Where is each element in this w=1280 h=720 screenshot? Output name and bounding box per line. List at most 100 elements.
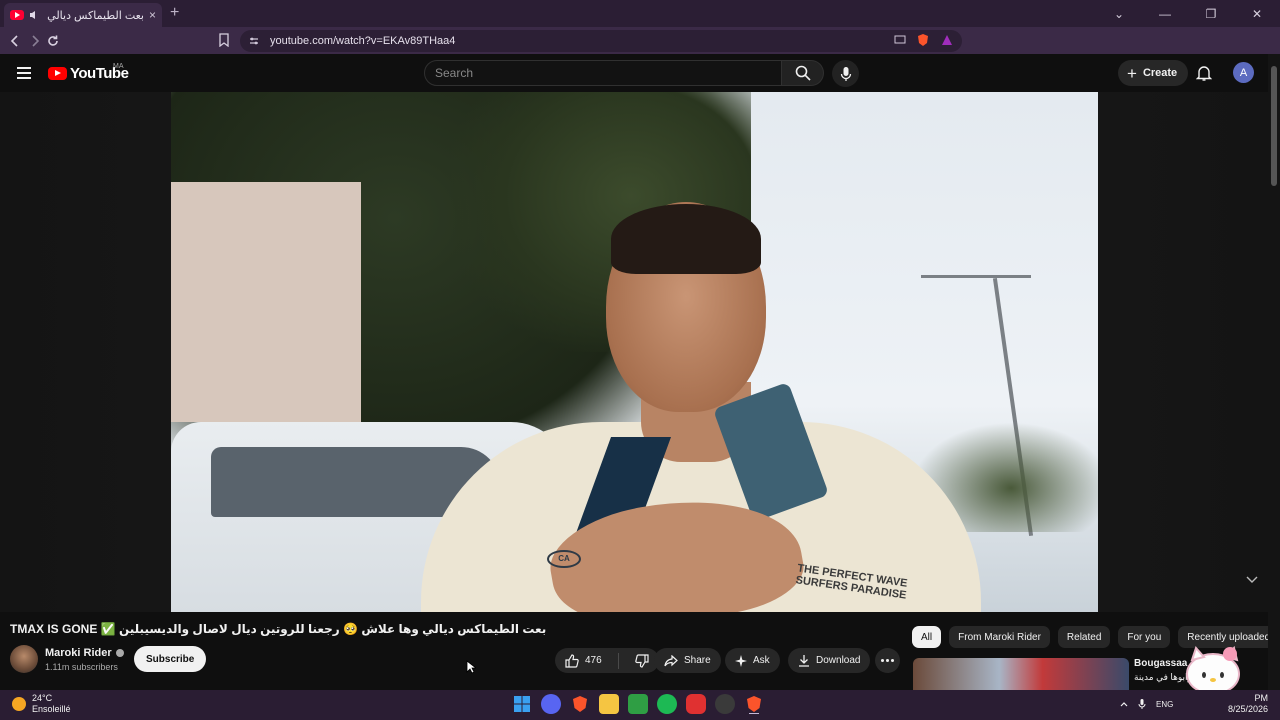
like-divider xyxy=(617,652,619,669)
close-window-button[interactable]: ✕ xyxy=(1234,7,1280,21)
page-scrollbar[interactable] xyxy=(1268,54,1280,690)
subscriber-count: 1.11m subscribers xyxy=(45,662,118,672)
windows-start-icon[interactable] xyxy=(512,694,532,714)
guide-menu-icon[interactable] xyxy=(17,67,31,82)
ask-label: Ask xyxy=(753,655,770,666)
player-corner-icon[interactable] xyxy=(1246,576,1258,584)
input-language[interactable]: ENG xyxy=(1156,700,1173,709)
like-dislike-group: 476 xyxy=(555,648,659,673)
video-building xyxy=(171,182,361,422)
channel-avatar[interactable] xyxy=(10,645,38,673)
region-code: MA xyxy=(113,63,124,70)
video-streetlight-arm xyxy=(921,275,1031,278)
system-clock[interactable]: PM 8/25/2026 xyxy=(1228,693,1268,715)
like-count: 476 xyxy=(585,655,602,666)
system-tray: ENG xyxy=(1120,698,1173,710)
os-taskbar: 24°C Ensoleillé ENG PM 8/25/2026 xyxy=(0,690,1280,720)
bookmark-icon[interactable] xyxy=(218,33,230,47)
download-button[interactable]: Download xyxy=(788,648,871,673)
site-settings-icon[interactable] xyxy=(248,35,260,47)
reload-icon[interactable] xyxy=(44,32,62,50)
subscribe-button[interactable]: Subscribe xyxy=(134,646,207,672)
sparkle-icon xyxy=(735,654,747,667)
channel-name[interactable]: Maroki Rider xyxy=(45,647,112,659)
search-input[interactable] xyxy=(424,60,782,86)
clock-time: PM xyxy=(1254,693,1269,703)
more-dots-icon xyxy=(881,659,884,662)
browser-tab-strip: بعت الطيماكس ديالي وها علاش × + ⌄ — ❐ ✕ xyxy=(0,0,1280,27)
minimize-button[interactable]: — xyxy=(1142,7,1188,21)
chip-all[interactable]: All xyxy=(912,626,942,648)
brave-rewards-icon[interactable] xyxy=(940,33,954,47)
share-button[interactable]: Share xyxy=(654,648,721,673)
chip-from-channel[interactable]: From Maroki Rider xyxy=(949,626,1050,648)
create-label: Create xyxy=(1142,67,1178,79)
browser-tab[interactable]: بعت الطيماكس ديالي وها علاش × xyxy=(4,3,162,27)
weather-widget[interactable]: 24°C Ensoleillé xyxy=(12,693,71,715)
create-button[interactable]: + Create xyxy=(1118,60,1189,86)
recommended-video-thumbnail[interactable] xyxy=(913,658,1129,690)
thumbs-up-icon xyxy=(565,653,579,668)
speaker-icon[interactable] xyxy=(29,10,39,20)
watch-metadata: TMAX IS GONE ✅ بعت الطيماكس ديالي وها عل… xyxy=(0,612,1280,690)
brave-browser-icon[interactable] xyxy=(570,694,590,714)
tab-close-button[interactable]: × xyxy=(149,8,156,22)
tab-search-button[interactable]: ⌄ xyxy=(1096,7,1142,21)
weather-condition: Ensoleillé xyxy=(32,704,71,714)
youtube-favicon-icon xyxy=(10,10,24,20)
address-bar[interactable]: youtube.com/watch?v=EKAv89THaa4 xyxy=(240,30,962,52)
pinned-apps xyxy=(512,694,764,714)
notifications-bell-icon[interactable] xyxy=(1196,64,1212,82)
more-actions-button[interactable] xyxy=(875,648,900,673)
video-title: TMAX IS GONE ✅ بعت الطيماكس ديالي وها عل… xyxy=(10,622,547,636)
file-explorer-icon[interactable] xyxy=(599,694,619,714)
spotify-icon[interactable] xyxy=(657,694,677,714)
share-arrow-icon xyxy=(664,654,678,666)
maximize-button[interactable]: ❐ xyxy=(1188,7,1234,21)
media-app-icon[interactable] xyxy=(686,694,706,714)
search-box xyxy=(424,60,824,86)
address-bar-actions xyxy=(894,33,954,47)
share-label: Share xyxy=(684,655,711,666)
plus-icon: + xyxy=(1127,63,1137,83)
shirt-logo: CA xyxy=(547,550,581,568)
like-button[interactable]: 476 xyxy=(555,648,612,673)
tray-microphone-icon[interactable] xyxy=(1138,698,1146,710)
download-label: Download xyxy=(816,655,861,666)
search-button[interactable] xyxy=(782,60,824,86)
voice-search-button[interactable] xyxy=(832,60,859,87)
tray-overflow-chevron-icon[interactable] xyxy=(1120,701,1128,707)
chip-related[interactable]: Related xyxy=(1057,626,1111,648)
youtube-masthead: YouTube MA + Create A xyxy=(0,54,1268,92)
steam-icon[interactable] xyxy=(715,694,735,714)
download-icon xyxy=(799,655,809,667)
verified-badge-icon xyxy=(115,649,124,657)
back-arrow-icon[interactable] xyxy=(6,32,24,50)
ask-button[interactable]: Ask xyxy=(725,648,780,673)
new-tab-button[interactable]: + xyxy=(170,4,179,22)
window-controls: ⌄ — ❐ ✕ xyxy=(1096,0,1280,27)
browser-toolbar: youtube.com/watch?v=EKAv89THaa4 xyxy=(0,27,1280,73)
video-person-hair xyxy=(611,204,761,274)
scrollbar-thumb[interactable] xyxy=(1271,66,1277,186)
forward-arrow-icon[interactable] xyxy=(26,32,44,50)
brave-active-window-icon[interactable] xyxy=(744,694,764,714)
youtube-play-logo-icon xyxy=(48,67,67,80)
cast-icon[interactable] xyxy=(894,35,906,45)
clock-date: 8/25/2026 xyxy=(1228,704,1269,714)
tab-title: بعت الطيماكس ديالي وها علاش xyxy=(44,9,144,22)
spreadsheet-app-icon[interactable] xyxy=(628,694,648,714)
channel-name-row[interactable]: Maroki Rider xyxy=(45,647,124,659)
brave-shields-icon[interactable] xyxy=(916,33,930,47)
account-avatar[interactable]: A xyxy=(1233,62,1254,83)
chip-for-you[interactable]: For you xyxy=(1118,626,1171,648)
thumbs-down-icon xyxy=(634,653,649,668)
url-text[interactable]: youtube.com/watch?v=EKAv89THaa4 xyxy=(270,35,455,47)
mouse-cursor-icon xyxy=(466,660,476,674)
video-player[interactable]: CA THE PERFECT WAVE SURFERS PARADISE xyxy=(171,92,1098,612)
microphone-icon xyxy=(840,66,851,81)
search-icon xyxy=(795,65,811,81)
temperature: 24°C xyxy=(32,693,53,703)
discord-icon[interactable] xyxy=(541,694,561,714)
weather-text: 24°C Ensoleillé xyxy=(32,693,71,715)
